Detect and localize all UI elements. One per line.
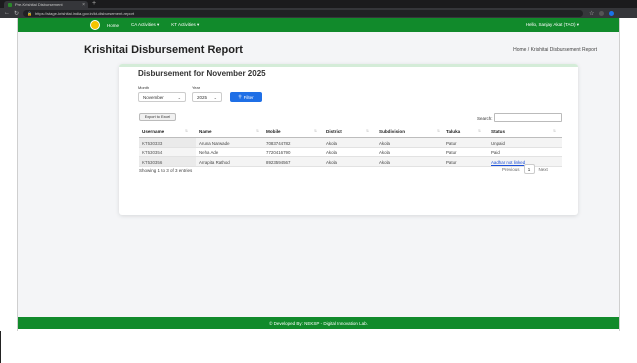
cell-mobile: 8923594567 — [266, 159, 291, 165]
th-subdivision[interactable]: Subdivision — [379, 129, 405, 134]
sort-icon: ⇅ — [185, 129, 189, 133]
table-row: KT530354 Neha Ade 7720416790 Akola Akola… — [139, 147, 562, 158]
cell-taluka: Patur — [446, 150, 457, 156]
sort-icon: ⇅ — [437, 129, 441, 133]
pagination: Previous 1 Next — [502, 164, 548, 174]
month-select[interactable]: November ⌄ — [138, 92, 186, 102]
user-menu[interactable]: Hello, Sanjay Akat (TAO) ▾ — [526, 22, 579, 28]
card-title: Disbursement for November 2025 — [138, 69, 266, 78]
new-tab-icon[interactable]: + — [92, 0, 96, 7]
browser-chrome: Pre-Krishitai Disbursement × + ← ↻ 🔒 htt… — [0, 0, 637, 18]
browser-tab[interactable]: Pre-Krishitai Disbursement × — [4, 1, 88, 8]
nav-kt-activities[interactable]: KT Activities ▾ — [171, 22, 199, 28]
extension-icon[interactable] — [599, 10, 605, 16]
bookmark-icon[interactable]: ☆ — [589, 10, 594, 17]
table-header: Username ⇅ Name ⇅ Mobile ⇅ District ⇅ Su… — [139, 127, 562, 138]
sort-icon: ⇅ — [256, 129, 260, 133]
cell-username: KT530333 — [142, 140, 163, 146]
sort-icon: ⇅ — [366, 129, 370, 133]
cell-mobile: 7083744782 — [266, 140, 291, 146]
cell-mobile: 7720416790 — [266, 150, 291, 156]
bottom-margin — [0, 331, 637, 363]
cell-subdivision: Akola — [379, 159, 390, 165]
table-row: KT530333 Aruna Narwade 7083744782 Akola … — [139, 138, 562, 148]
month-value: November — [143, 94, 164, 100]
footer: © Developed By: NEKSP - Digital Innovati… — [18, 317, 619, 329]
url-text: https://stage-krishitai.india.gov.in/kt-… — [35, 10, 135, 16]
previous-button[interactable]: Previous — [502, 167, 520, 172]
profile-icon[interactable] — [609, 10, 615, 16]
cell-subdivision: Akola — [379, 150, 390, 156]
year-value: 2025 — [197, 94, 208, 100]
entries-info: Showing 1 to 3 of 3 entries — [139, 168, 193, 173]
next-button[interactable]: Next — [539, 167, 548, 172]
search-input[interactable] — [494, 113, 562, 122]
month-label: Month — [138, 85, 150, 90]
chevron-down-icon: ⌄ — [213, 94, 217, 100]
cell-taluka: Patur — [446, 159, 457, 165]
cell-status: Paid — [491, 150, 500, 156]
cell-status: Unpaid — [491, 140, 505, 146]
back-icon[interactable]: ← — [4, 10, 10, 16]
right-margin — [619, 18, 637, 331]
report-card: Disbursement for November 2025 Month Nov… — [119, 64, 578, 215]
address-bar[interactable]: 🔒 https://stage-krishitai.india.gov.in/k… — [23, 9, 584, 17]
favicon-icon — [8, 2, 12, 7]
browser-actions: ☆ — [589, 10, 615, 17]
th-status[interactable]: Status — [491, 129, 505, 134]
browser-window: Pre-Krishitai Disbursement × + ← ↻ 🔒 htt… — [0, 0, 637, 363]
cell-district: Akola — [326, 159, 337, 165]
address-bar-row: ← ↻ 🔒 https://stage-krishitai.india.gov.… — [0, 8, 637, 18]
breadcrumb: Home / Krishitai Disbursement Report — [513, 47, 597, 53]
cell-name: Arrapita Rathod — [199, 159, 230, 165]
left-margin — [0, 18, 18, 331]
year-select[interactable]: 2025 ⌄ — [192, 92, 222, 102]
cell-username: KT530356 — [142, 159, 163, 165]
cell-district: Akola — [326, 140, 337, 146]
th-mobile[interactable]: Mobile — [266, 129, 281, 134]
cell-name: Neha Ade — [199, 150, 219, 156]
cell-district: Akola — [326, 150, 337, 156]
filter-button[interactable]: ⚲ Filter — [230, 92, 262, 102]
chevron-down-icon: ⌄ — [177, 94, 181, 100]
th-username[interactable]: Username — [142, 129, 164, 134]
reload-icon[interactable]: ↻ — [14, 10, 19, 17]
filter-button-label: Filter — [243, 94, 254, 100]
cell-subdivision: Akola — [379, 140, 390, 146]
top-navbar: Home CA Activities ▾ KT Activities ▾ Hel… — [18, 18, 619, 32]
sort-icon: ⇅ — [314, 129, 318, 133]
cell-taluka: Patur — [446, 140, 457, 146]
search-label: Search: — [477, 116, 493, 121]
app-logo[interactable] — [90, 20, 100, 30]
page-title: Krishitai Disbursement Report — [84, 44, 243, 56]
nav-ca-activities[interactable]: CA Activities ▾ — [131, 22, 159, 28]
web-page: Home CA Activities ▾ KT Activities ▾ Hel… — [18, 18, 619, 329]
nav-home[interactable]: Home — [107, 23, 119, 28]
th-district[interactable]: District — [326, 129, 342, 134]
th-name[interactable]: Name — [199, 129, 212, 134]
year-label: Year — [192, 85, 201, 90]
card-accent — [119, 64, 578, 67]
sort-icon: ⇅ — [553, 129, 557, 133]
cell-name: Aruna Narwade — [199, 140, 230, 146]
export-excel-button[interactable]: Export to Excel — [139, 113, 176, 121]
close-tab-icon[interactable]: × — [82, 2, 88, 8]
th-taluka[interactable]: Taluka — [446, 129, 460, 134]
page-1-button[interactable]: 1 — [523, 164, 535, 174]
table-row: KT530356 Arrapita Rathod 8923594567 Akol… — [139, 157, 562, 167]
sort-icon: ⇅ — [478, 129, 482, 133]
tab-strip: Pre-Krishitai Disbursement × + — [0, 0, 637, 8]
tab-title: Pre-Krishitai Disbursement — [15, 2, 63, 7]
cell-username: KT530354 — [142, 150, 163, 156]
lock-icon: 🔒 — [27, 10, 33, 16]
filter-icon: ⚲ — [238, 94, 242, 99]
disbursement-table: Username ⇅ Name ⇅ Mobile ⇅ District ⇅ Su… — [139, 127, 562, 167]
left-edge-line — [0, 331, 1, 363]
